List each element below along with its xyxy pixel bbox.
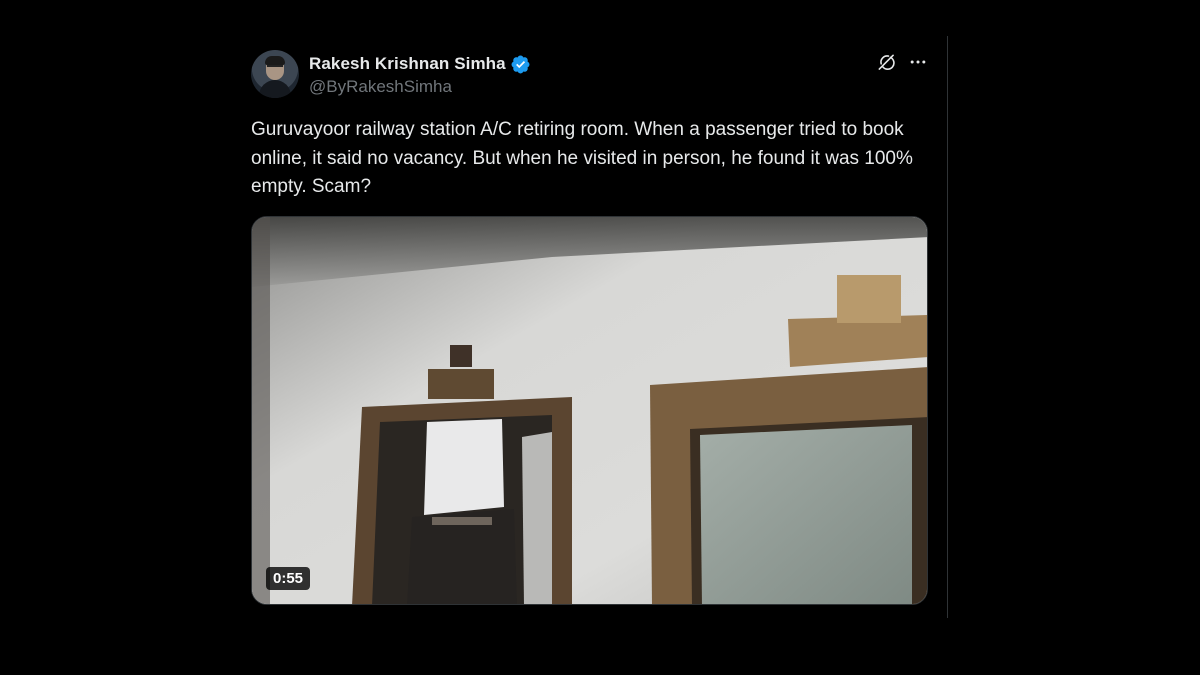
avatar-shoulders [259,80,291,98]
video-player[interactable]: 0:55 [251,215,928,605]
author-info: Rakesh Krishnan Simha @ByRakeshSimha [309,52,531,97]
avatar[interactable] [251,50,299,98]
tweet[interactable]: Rakesh Krishnan Simha @ByRakeshSimha Gur… [251,48,928,605]
video-duration-badge: 0:55 [266,566,311,590]
video-frame [252,216,927,604]
author-handle[interactable]: @ByRakeshSimha [309,77,531,97]
tweet-page: Rakesh Krishnan Simha @ByRakeshSimha Gur… [0,0,1200,675]
verified-badge-icon[interactable] [510,54,531,75]
tweet-text: Guruvayoor railway station A/C retiring … [251,119,913,197]
column-divider [947,36,948,618]
tweet-header: Rakesh Krishnan Simha @ByRakeshSimha [251,48,928,100]
avatar-glasses [267,65,283,71]
tweet-header-actions [876,52,928,72]
author-display-name[interactable]: Rakesh Krishnan Simha [309,54,506,74]
more-options-icon[interactable] [908,52,928,72]
display-name-row: Rakesh Krishnan Simha [309,52,531,76]
avatar-hair [265,56,285,65]
grok-icon[interactable] [876,52,896,72]
